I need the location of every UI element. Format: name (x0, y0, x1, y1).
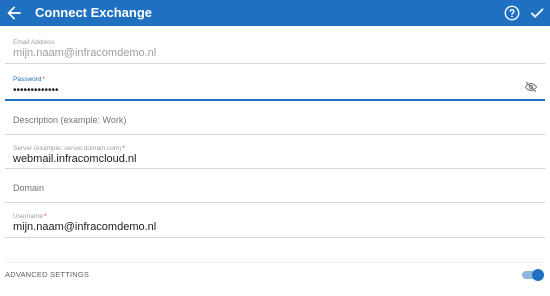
email-value: mijn.naam@infracomdemo.nl (13, 47, 157, 59)
username-underline (5, 237, 545, 238)
check-icon[interactable] (528, 4, 546, 22)
password-label: Password* (13, 76, 46, 83)
required-mark: * (42, 76, 46, 83)
domain-underline (5, 202, 545, 203)
username-field[interactable]: Username* mijn.naam@infracomdemo.nl (5, 208, 545, 238)
description-input[interactable]: Description (example: Work) (13, 115, 126, 126)
help-icon[interactable] (503, 4, 521, 22)
divider (5, 262, 545, 263)
required-mark: * (122, 145, 125, 152)
description-underline (5, 134, 545, 135)
advanced-settings-label: ADVANCED SETTINGS (5, 270, 90, 279)
toggle-thumb (532, 269, 544, 281)
visibility-off-icon[interactable] (523, 80, 539, 94)
email-underline (5, 63, 545, 64)
email-field: Email Address mijn.naam@infracomdemo.nl (5, 36, 545, 64)
email-label: Email Address (13, 39, 55, 46)
domain-field[interactable]: Domain (5, 169, 545, 203)
app-bar: Connect Exchange (0, 0, 550, 26)
username-label: Username* (13, 213, 47, 220)
required-mark: * (43, 213, 47, 220)
password-input[interactable]: ••••••••••••• (13, 84, 59, 97)
server-input[interactable]: webmail.infracomcloud.nl (13, 153, 137, 166)
server-field[interactable]: Server (example: server.domain.com)* web… (5, 140, 545, 169)
description-field[interactable]: Description (example: Work) (5, 101, 545, 135)
advanced-settings-toggle[interactable] (520, 268, 544, 282)
server-label: Server (example: server.domain.com)* (13, 145, 125, 152)
page-title: Connect Exchange (35, 5, 153, 20)
domain-input[interactable]: Domain (13, 183, 44, 194)
password-field[interactable]: Password* ••••••••••••• (5, 70, 545, 101)
username-input[interactable]: mijn.naam@infracomdemo.nl (13, 221, 156, 234)
back-arrow-icon[interactable] (4, 3, 24, 23)
